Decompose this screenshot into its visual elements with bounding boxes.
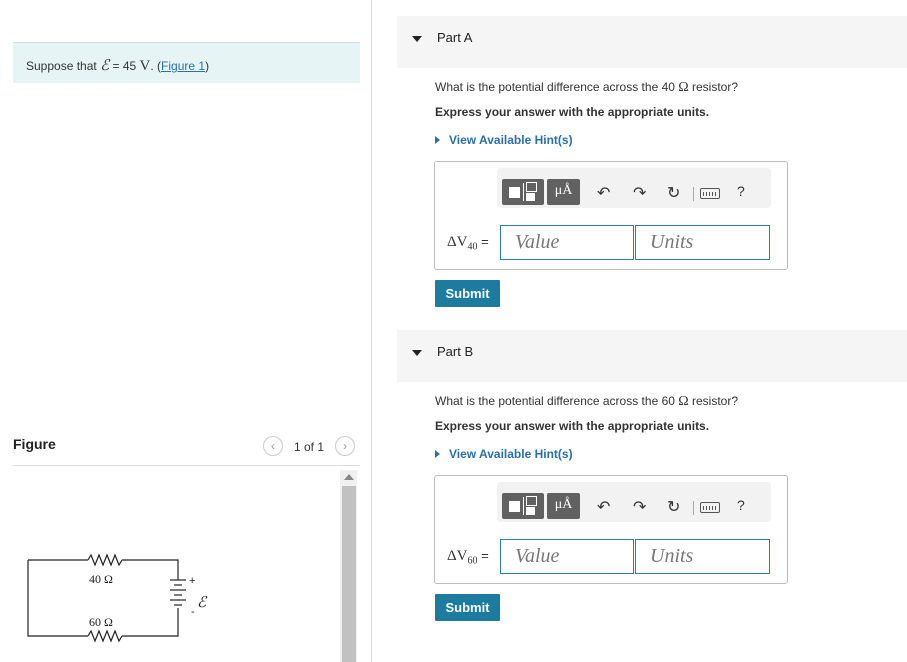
delta-v-subscript: 40	[467, 241, 478, 253]
reset-icon[interactable]: ↻	[667, 183, 680, 203]
problem-unit: V	[139, 58, 151, 74]
previous-figure-button[interactable]: ‹	[263, 436, 283, 456]
part-a-submit-button[interactable]: Submit	[435, 280, 500, 307]
part-a-hint-label: View Available Hint(s)	[449, 133, 573, 147]
redo-icon[interactable]: ↷	[633, 497, 646, 517]
part-b-instruction: Express your answer with the appropriate…	[435, 419, 710, 433]
template-icon[interactable]	[502, 493, 544, 519]
part-b-hint-label: View Available Hint(s)	[449, 447, 573, 461]
part-a-units-input[interactable]: Units	[635, 225, 770, 260]
keyboard-icon[interactable]	[700, 502, 720, 513]
part-a-label: ΔV40 =	[447, 234, 489, 253]
part-b-question-text: What is the potential difference across …	[435, 394, 679, 408]
resistor-bottom	[87, 629, 123, 643]
part-b-title: Part B	[437, 344, 474, 359]
resistor-bottom-label: 60 Ω	[89, 615, 113, 629]
part-a-instruction: Express your answer with the appropriate…	[435, 105, 710, 119]
help-icon[interactable]: ?	[737, 497, 745, 513]
equals-sign: =	[477, 234, 489, 249]
expand-triangle-icon	[435, 450, 440, 458]
toolbar-separator	[693, 187, 694, 201]
battery-minus: -	[191, 606, 195, 618]
part-b-answer-box: μÅ ↶ ↷ ↻ ? ΔV60 = Value Units	[434, 475, 788, 584]
delta-v-subscript: 60	[467, 555, 478, 567]
figure-pager: 1 of 1	[294, 440, 325, 454]
template-icon[interactable]	[502, 179, 544, 205]
problem-prefix: Suppose that	[26, 59, 101, 73]
ohm-symbol: Ω	[678, 394, 689, 409]
part-a-toolbar: μÅ ↶ ↷ ↻ ?	[497, 168, 771, 208]
emf-symbol: ℰ	[100, 58, 110, 74]
part-b-question-end: resistor?	[688, 394, 739, 408]
collapse-caret-icon[interactable]	[412, 350, 422, 356]
reset-icon[interactable]: ↻	[667, 497, 680, 517]
part-b-units-input[interactable]: Units	[635, 539, 770, 574]
part-a-hint-link[interactable]: View Available Hint(s)	[435, 133, 573, 147]
undo-icon[interactable]: ↶	[597, 497, 610, 517]
resistor-top-label: 40 Ω	[89, 572, 113, 586]
battery-symbol	[170, 578, 186, 606]
help-icon[interactable]: ?	[737, 183, 745, 199]
part-b-label: ΔV60 =	[447, 548, 489, 567]
part-a-title: Part A	[437, 30, 473, 45]
part-b-question: What is the potential difference across …	[435, 394, 738, 410]
part-a-answer-box: μÅ ↶ ↷ ↻ ? ΔV40 = Value Units	[434, 161, 788, 270]
expand-triangle-icon	[435, 136, 440, 144]
scroll-up-arrow-icon[interactable]	[344, 474, 354, 480]
delta-v-symbol: ΔV	[447, 548, 468, 564]
battery-emf-label: ℰ	[197, 595, 208, 611]
column-divider	[371, 0, 372, 662]
part-b-header[interactable]: Part B	[397, 330, 907, 382]
collapse-caret-icon[interactable]	[412, 36, 422, 42]
part-a-question-text: What is the potential difference across …	[435, 80, 679, 94]
problem-period: . (	[150, 59, 162, 73]
part-b-value-input[interactable]: Value	[500, 539, 634, 574]
undo-icon[interactable]: ↶	[597, 183, 610, 203]
problem-close: )	[205, 59, 210, 73]
problem-statement: Suppose that ℰ = 45 V. (Figure 1)	[13, 42, 360, 83]
delta-v-symbol: ΔV	[447, 234, 468, 250]
keyboard-icon[interactable]	[700, 188, 720, 199]
problem-equals: = 45	[109, 59, 140, 73]
part-a-question: What is the potential difference across …	[435, 80, 738, 96]
equals-sign: =	[477, 548, 489, 563]
circuit-diagram: 40 Ω 60 Ω ℰ + -	[27, 553, 208, 643]
battery-plus: +	[189, 575, 195, 587]
next-figure-button[interactable]: ›	[335, 436, 355, 456]
units-icon[interactable]: μÅ	[547, 179, 580, 205]
part-a-header[interactable]: Part A	[397, 16, 907, 68]
toolbar-separator	[693, 501, 694, 515]
redo-icon[interactable]: ↷	[633, 183, 646, 203]
ohm-symbol: Ω	[678, 80, 689, 95]
part-a-question-end: resistor?	[688, 80, 739, 94]
figure-scrollbar-thumb[interactable]	[342, 486, 356, 662]
units-icon[interactable]: μÅ	[547, 493, 580, 519]
figure-title: Figure	[13, 436, 56, 452]
part-b-hint-link[interactable]: View Available Hint(s)	[435, 447, 573, 461]
figure-link[interactable]: Figure 1	[161, 59, 205, 73]
resistor-top	[87, 553, 123, 567]
figure-header: Figure ‹ 1 of 1 ›	[13, 433, 360, 466]
problem-text: Suppose that ℰ = 45 V. (Figure 1)	[26, 56, 209, 75]
part-b-submit-button[interactable]: Submit	[435, 594, 500, 621]
part-b-toolbar: μÅ ↶ ↷ ↻ ?	[497, 482, 771, 522]
part-a-value-input[interactable]: Value	[500, 225, 634, 260]
